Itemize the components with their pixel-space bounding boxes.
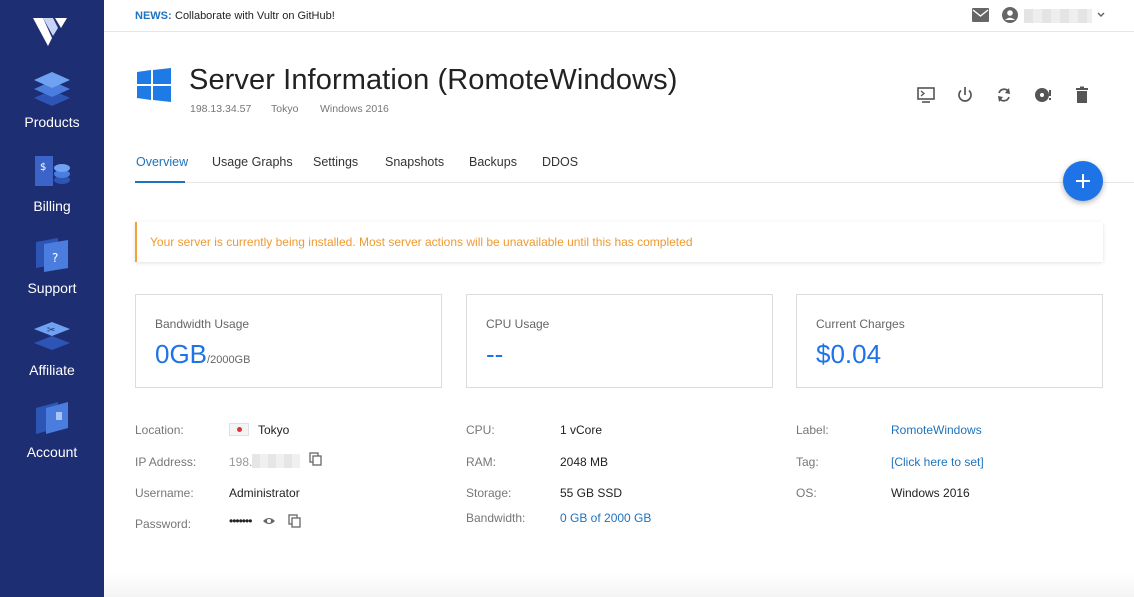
sidebar-item-account[interactable]: Account — [0, 398, 104, 460]
sidebar-item-label: Products — [24, 114, 80, 130]
tag-label: Tag: — [796, 455, 819, 469]
top-bar: NEWS: Collaborate with Vultr on GitHub! — [104, 0, 1134, 32]
console-icon[interactable] — [916, 85, 936, 105]
affiliate-icon: ✂ — [34, 322, 70, 350]
bandwidth-value: 0GB/2000GB — [155, 339, 250, 370]
news-tag: NEWS: — [135, 10, 172, 22]
svg-text:✂: ✂ — [47, 325, 55, 336]
products-layers-icon — [34, 72, 70, 106]
user-name-redacted[interactable] — [1024, 9, 1092, 23]
charges-value: $0.04 — [816, 339, 882, 369]
install-warning-alert: Your server is currently being installed… — [135, 222, 1103, 262]
sidebar-item-label: Account — [26, 444, 78, 460]
copy-icon[interactable] — [288, 514, 302, 528]
sidebar-item-label: Support — [27, 280, 77, 296]
password-value: ••••••• — [229, 514, 252, 528]
set-tag-link[interactable]: [Click here to set] — [891, 455, 984, 469]
tab-settings[interactable]: Settings — [313, 155, 358, 169]
ip-address-label: IP Address: — [135, 455, 197, 469]
alert-text: Your server is currently being installed… — [150, 235, 693, 249]
ip-address-redacted — [252, 454, 300, 468]
password-label: Password: — [135, 517, 192, 531]
bandwidth-used: 0GB — [155, 339, 208, 369]
tab-ddos[interactable]: DDOS — [542, 155, 578, 169]
ram-value: 2048 MB — [560, 455, 609, 469]
storage-label: Storage: — [466, 486, 512, 500]
billing-coins-icon: $ — [35, 156, 70, 186]
delete-trash-icon[interactable] — [1072, 85, 1092, 105]
os-value: Windows 2016 — [891, 486, 970, 500]
sidebar-item-support[interactable]: ? Support — [0, 234, 104, 296]
account-icon — [36, 402, 68, 434]
restart-icon[interactable] — [994, 85, 1014, 105]
svg-text:$: $ — [40, 162, 46, 173]
cpu-detail-value: 1 vCore — [560, 423, 603, 437]
news-link[interactable]: Collaborate with Vultr on GitHub! — [175, 10, 335, 22]
tab-usage-graphs[interactable]: Usage Graphs — [212, 155, 293, 169]
chevron-down-icon[interactable] — [1096, 10, 1106, 20]
username-value: Administrator — [229, 486, 300, 500]
bandwidth-limit: /2000GB — [207, 354, 251, 366]
reinstall-disc-icon[interactable] — [1033, 85, 1053, 105]
location-value: Tokyo — [258, 423, 290, 437]
header-os: Windows 2016 — [320, 103, 389, 115]
japan-flag-icon — [229, 423, 249, 436]
tab-backups[interactable]: Backups — [469, 155, 517, 169]
copy-icon[interactable] — [309, 452, 323, 466]
header-ip: 198.13.34.57 — [190, 103, 252, 115]
card-title: Bandwidth Usage — [155, 317, 250, 331]
eye-icon[interactable] — [262, 514, 276, 528]
username-label: Username: — [135, 486, 194, 500]
plus-icon — [1076, 174, 1090, 188]
vultr-logo[interactable] — [33, 14, 71, 48]
user-avatar-icon[interactable] — [1002, 7, 1018, 23]
power-icon[interactable] — [955, 85, 975, 105]
sidebar-item-label: Affiliate — [29, 362, 75, 378]
bandwidth-label: Bandwidth: — [466, 511, 526, 525]
cpu-usage-card: CPU Usage -- — [466, 294, 773, 388]
card-title: CPU Usage — [486, 317, 550, 331]
card-title: Current Charges — [816, 317, 905, 331]
sidebar: Products $ Billing ? Support ✂ Affiliate — [0, 0, 104, 597]
cpu-label: CPU: — [466, 423, 495, 437]
os-label: OS: — [796, 486, 817, 500]
sidebar-item-products[interactable]: Products — [0, 68, 104, 130]
cpu-value: -- — [486, 339, 504, 369]
add-button[interactable] — [1063, 161, 1103, 201]
ip-address-value: 198. — [229, 455, 253, 469]
mail-icon[interactable] — [972, 8, 989, 22]
tab-overview[interactable]: Overview — [136, 155, 188, 169]
sidebar-item-label: Billing — [33, 198, 71, 214]
tabs-divider — [135, 182, 1134, 183]
page-bottom-shade — [104, 572, 1134, 597]
storage-value: 55 GB SSD — [560, 486, 623, 500]
svg-text:?: ? — [52, 251, 58, 265]
active-tab-indicator — [135, 181, 185, 183]
support-help-icon: ? — [36, 238, 68, 272]
label-label: Label: — [796, 423, 829, 437]
current-charges-card: Current Charges $0.04 — [796, 294, 1103, 388]
header-location: Tokyo — [271, 103, 299, 115]
ram-label: RAM: — [466, 455, 496, 469]
windows-logo-icon — [137, 68, 171, 102]
location-label: Location: — [135, 423, 184, 437]
bandwidth-link[interactable]: 0 GB of 2000 GB — [560, 511, 651, 525]
page-title: Server Information (RomoteWindows) — [189, 64, 678, 96]
sidebar-item-billing[interactable]: $ Billing — [0, 152, 104, 214]
sidebar-item-affiliate[interactable]: ✂ Affiliate — [0, 316, 104, 378]
server-label-link[interactable]: RomoteWindows — [891, 423, 982, 437]
tab-snapshots[interactable]: Snapshots — [385, 155, 444, 169]
bandwidth-usage-card: Bandwidth Usage 0GB/2000GB — [135, 294, 442, 388]
